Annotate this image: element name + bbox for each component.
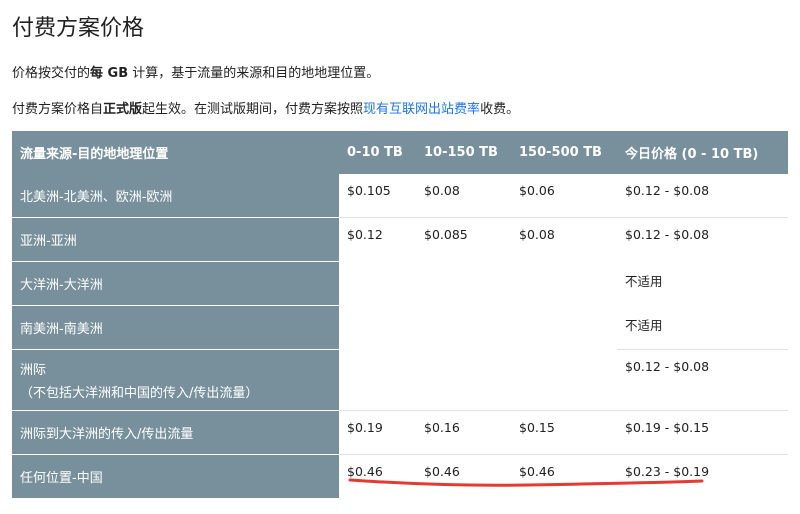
header-150-500tb: 150-500 TB	[511, 131, 617, 174]
today-price-cell: 不适用	[617, 305, 788, 350]
region-cell: 大洋洲-大洋洲	[12, 261, 339, 306]
table-header-row: 流量来源-目的地地理位置 0-10 TB 10-150 TB 150-500 T…	[12, 131, 788, 174]
price-cell: $0.15	[511, 410, 617, 455]
text-part: 起生效。在测试版期间，付费方案按照	[142, 102, 364, 117]
table-row: 北美洲-北美洲、欧洲-欧洲 $0.105 $0.08 $0.06 $0.12 -…	[12, 174, 788, 218]
region-label: 洲际	[20, 363, 47, 378]
price-cell: $0.105	[339, 174, 416, 218]
red-underline-annotation	[348, 478, 704, 487]
today-price-cell: $0.12 - $0.08	[617, 349, 788, 411]
text-bold: 正式版	[103, 102, 143, 117]
text-part: 收费。	[480, 102, 520, 117]
header-10-150tb: 10-150 TB	[416, 131, 511, 174]
today-price-cell: 不适用	[625, 273, 663, 289]
header-today-price: 今日价格 (0 - 10 TB)	[617, 131, 788, 174]
price-cell: $0.16	[416, 410, 511, 455]
price-cell: $0.12	[339, 217, 416, 411]
header-region: 流量来源-目的地地理位置	[12, 131, 339, 174]
text-part: 价格按交付的	[12, 66, 91, 81]
header-0-10tb: 0-10 TB	[339, 131, 416, 174]
region-cell: 任何位置-中国	[12, 454, 339, 499]
effective-date-text: 付费方案价格自正式版起生效。在测试版期间，付费方案按照现有互联网出站费率收费。	[12, 98, 519, 117]
region-note: （不包括大洋洲和中国的传入/传出流量）	[20, 386, 259, 401]
pricing-basis-text: 价格按交付的每 GB 计算，基于流量的来源和目的地地理位置。	[12, 62, 379, 81]
table-row: 洲际到大洋洲的传入/传出流量 $0.19 $0.16 $0.15 $0.19 -…	[12, 410, 788, 455]
price-cell: $0.08	[416, 174, 511, 218]
price-cell: $0.06	[511, 174, 617, 218]
internet-egress-rates-link[interactable]: 现有互联网出站费率	[363, 102, 480, 117]
pricing-table: 流量来源-目的地地理位置 0-10 TB 10-150 TB 150-500 T…	[12, 131, 788, 499]
today-price-cell: $0.19 - $0.15	[617, 410, 788, 455]
page-title: 付费方案价格	[12, 16, 145, 41]
region-cell: 北美洲-北美洲、欧洲-欧洲	[12, 174, 339, 218]
region-cell: 南美洲-南美洲	[12, 305, 339, 350]
today-price-cell: $0.12 - $0.08	[625, 227, 710, 242]
table-row: 亚洲-亚洲 $0.12 $0.085 $0.08 $0.12 - $0.08	[12, 217, 788, 411]
region-cell: 洲际到大洋洲的传入/传出流量	[12, 410, 339, 455]
text-part: 付费方案价格自	[12, 102, 104, 117]
region-cell: 亚洲-亚洲	[12, 217, 339, 262]
price-cell: $0.19	[339, 410, 416, 455]
text-part: 计算，基于流量的来源和目的地地理位置。	[128, 66, 380, 81]
price-cell: $0.085	[416, 217, 511, 411]
price-cell: $0.08	[511, 217, 617, 411]
region-cell: 洲际 （不包括大洋洲和中国的传入/传出流量）	[12, 349, 339, 411]
today-price-cell: $0.12 - $0.08	[617, 174, 788, 218]
text-bold: 每 GB	[90, 66, 129, 81]
